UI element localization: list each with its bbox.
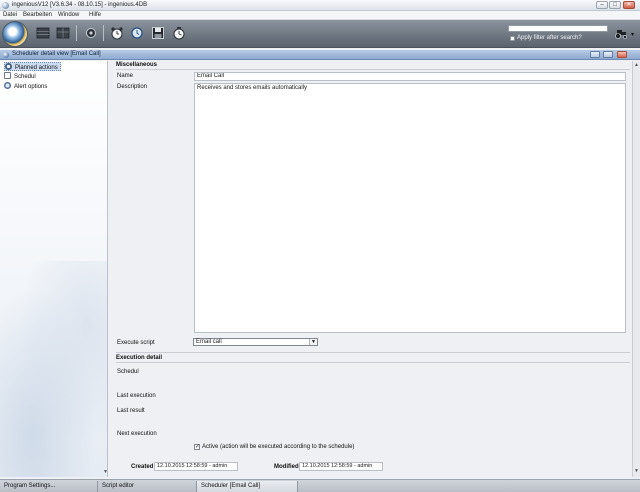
tree-item-label: Schedul	[14, 74, 36, 80]
section-divider	[116, 352, 630, 353]
tree-scroll-down-icon[interactable]: ▼	[103, 469, 108, 475]
active-label: Active (action will be executed accordin…	[202, 444, 355, 450]
menu-hilfe[interactable]: Hilfe	[89, 12, 101, 18]
section-divider	[116, 69, 630, 70]
close-button[interactable]: ✕	[623, 1, 635, 9]
tab-scheduler-email-call[interactable]: Scheduler [Email Call]	[197, 481, 298, 492]
subwindow-icon	[3, 52, 9, 58]
execute-script-select[interactable]: Email call ▼	[193, 338, 318, 346]
subwindow-close-button[interactable]	[617, 51, 627, 58]
subwindow-title: Scheduler detail view [Email Call]	[12, 51, 101, 57]
created-label: Created	[131, 464, 154, 470]
apply-filter-label: Apply filter after search?	[517, 35, 582, 41]
tree-item-alert-options[interactable]: Alert options	[4, 82, 47, 91]
tree-item-label: Alert options	[14, 84, 48, 90]
menu-window[interactable]: Window	[58, 12, 79, 18]
navigation-tree	[0, 61, 108, 477]
last-result-label: Last result	[117, 408, 145, 414]
toolbar-separator	[103, 25, 104, 41]
description-label: Description	[117, 84, 148, 90]
maximize-button[interactable]: □	[609, 1, 621, 9]
tree-background-decoration	[0, 261, 107, 477]
clock-icon	[5, 63, 12, 70]
modified-label: Modified	[274, 464, 299, 470]
scroll-up-icon[interactable]: ▲	[633, 62, 640, 69]
vertical-scrollbar[interactable]	[632, 61, 640, 477]
tractor-icon[interactable]	[614, 29, 628, 39]
modified-value: 12.10.2015 12:58:59 - admin	[299, 462, 383, 471]
schedul-label: Schedul	[117, 369, 139, 375]
section-title-execution-detail: Execution detail	[116, 355, 163, 361]
active-checkbox[interactable]: ✓	[194, 444, 200, 450]
settings-gear-icon[interactable]	[84, 26, 98, 40]
ingenious-logo-icon[interactable]	[2, 21, 28, 47]
search-input[interactable]	[508, 25, 608, 32]
execute-script-label: Execute script	[117, 340, 155, 346]
alert-icon	[4, 82, 11, 89]
tractor-dropdown-icon[interactable]: ▾	[631, 31, 634, 38]
menu-datei[interactable]: Datei	[3, 12, 17, 18]
created-value: 12.10.2015 12:58:59 - admin	[154, 462, 238, 471]
menu-bearbeiten[interactable]: Bearbeiten	[23, 12, 52, 18]
grid-view-icon[interactable]	[36, 26, 50, 40]
app-logo-icon	[2, 2, 9, 9]
alarm-clock-icon[interactable]	[110, 26, 124, 40]
toolbar-separator	[76, 25, 77, 41]
split-view-icon[interactable]	[56, 26, 70, 40]
chevron-down-icon[interactable]: ▼	[309, 339, 317, 345]
section-divider	[116, 362, 630, 363]
next-execution-label: Next execution	[117, 431, 157, 437]
name-field[interactable]: Email Call	[194, 72, 626, 81]
tree-item-schedul[interactable]: Schedul	[4, 72, 36, 81]
scroll-down-icon[interactable]: ▼	[633, 468, 640, 475]
tree-item-planned-actions[interactable]: Planned actions	[4, 62, 61, 71]
apply-filter-checkbox[interactable]	[510, 36, 515, 41]
subwindow-restore-button[interactable]	[603, 51, 613, 58]
execute-script-value: Email call	[196, 339, 222, 345]
name-label: Name	[117, 73, 134, 79]
save-disk-icon[interactable]	[151, 26, 165, 40]
subwindow-minimize-button[interactable]	[590, 51, 600, 58]
section-title-miscellaneous: Miscellaneous	[116, 62, 158, 68]
schedule-clock-icon[interactable]	[172, 26, 186, 40]
description-field[interactable]: Receives and stores emails automatically	[194, 83, 626, 333]
tab-script-editor[interactable]: Script editor	[98, 481, 197, 492]
minimize-button[interactable]: –	[596, 1, 608, 9]
tab-program-settings[interactable]: Program Settings...	[0, 481, 98, 492]
tree-item-label: Planned actions	[15, 65, 58, 71]
calendar-icon	[4, 72, 11, 79]
window-title: ingeniousV12 [V3.6.34 - 08.10.15] - inge…	[12, 2, 148, 8]
last-execution-label: Last execution	[117, 393, 156, 399]
clock-refresh-icon[interactable]	[130, 26, 144, 40]
